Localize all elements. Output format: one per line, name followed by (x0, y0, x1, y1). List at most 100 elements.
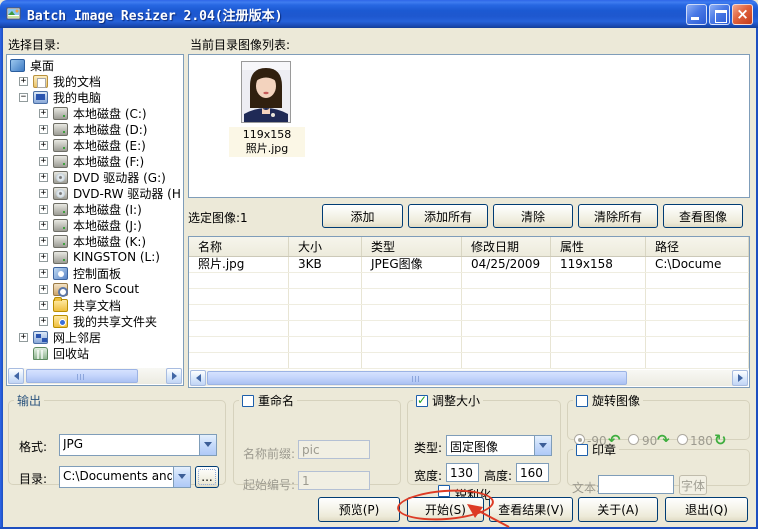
expand-toggle[interactable]: + (39, 269, 48, 278)
expand-toggle[interactable]: + (39, 285, 48, 294)
font-button[interactable]: 字体 (679, 475, 707, 495)
start-button[interactable]: 开始(S) (407, 497, 484, 522)
tree-item[interactable]: − 我的电脑 (8, 89, 182, 105)
table-hscrollbar[interactable] (190, 370, 748, 386)
start-number-field[interactable] (298, 471, 370, 490)
column-header[interactable]: 名称 (189, 237, 289, 256)
tree-hscrollbar[interactable] (8, 368, 182, 384)
tree-item-label[interactable]: 控制面板 (71, 265, 123, 282)
tree-item[interactable]: + DVD 驱动器 (G:) (8, 169, 182, 185)
tree-item-label[interactable]: 我的文档 (51, 73, 103, 90)
clear-all-button[interactable]: 清除所有 (578, 204, 658, 228)
prefix-field[interactable] (298, 440, 370, 459)
view-results-button[interactable]: 查看结果(V) (489, 497, 573, 522)
tree-item[interactable]: + KINGSTON (L:) (8, 249, 182, 265)
chevron-down-icon[interactable] (199, 435, 216, 455)
minimize-button[interactable] (686, 4, 707, 25)
format-combobox[interactable]: JPG (59, 434, 217, 456)
rotate-checkbox[interactable] (576, 395, 588, 407)
tree-item-label[interactable]: 我的电脑 (51, 89, 103, 106)
maximize-button[interactable] (709, 4, 730, 25)
tree-item[interactable]: + 本地磁盘 (K:) (8, 233, 182, 249)
expand-toggle[interactable]: + (39, 205, 48, 214)
table-hscrollbar-track[interactable] (206, 370, 732, 386)
table-hscrollbar-thumb[interactable] (207, 371, 627, 385)
tree-item[interactable]: + 本地磁盘 (J:) (8, 217, 182, 233)
tree-item[interactable]: + Nero Scout (8, 281, 182, 297)
tree-item-label[interactable]: DVD-RW 驱动器 (H:) (71, 185, 182, 202)
chevron-down-icon[interactable] (173, 467, 190, 487)
tree-item[interactable]: + 我的共享文件夹 (8, 313, 182, 329)
expand-toggle[interactable]: + (39, 125, 48, 134)
tree-item-label[interactable]: 本地磁盘 (F:) (71, 153, 146, 170)
column-header[interactable]: 属性 (551, 237, 646, 256)
tree-item-label[interactable]: 本地磁盘 (C:) (71, 105, 149, 122)
tree-item-label[interactable]: Nero Scout (71, 282, 141, 296)
tree-item[interactable]: + 本地磁盘 (E:) (8, 137, 182, 153)
expand-toggle[interactable]: + (39, 157, 48, 166)
expand-toggle[interactable]: + (39, 301, 48, 310)
expand-toggle[interactable]: + (39, 317, 48, 326)
stamp-checkbox[interactable] (576, 444, 588, 456)
clear-button[interactable]: 清除 (493, 204, 573, 228)
dir-combobox[interactable]: C:\Documents and S (59, 466, 191, 488)
title-bar[interactable]: Batch Image Resizer 2.04(注册版本) (0, 0, 758, 28)
tree-item-label[interactable]: 网上邻居 (51, 329, 103, 346)
tree-item[interactable]: + 我的文档 (8, 73, 182, 89)
rename-checkbox[interactable] (242, 395, 254, 407)
expand-toggle[interactable]: + (39, 253, 48, 262)
tree-item[interactable]: + 共享文档 (8, 297, 182, 313)
add-button[interactable]: 添加 (322, 204, 403, 228)
browse-button[interactable]: ... (195, 466, 219, 488)
expand-toggle[interactable]: + (39, 141, 48, 150)
tree-item[interactable]: 回收站 (8, 345, 182, 361)
chevron-down-icon[interactable] (534, 436, 551, 455)
tree-hscrollbar-track[interactable] (24, 368, 166, 384)
width-field[interactable] (446, 463, 479, 482)
table-row[interactable]: 照片.jpg3KBJPEG图像04/25/2009119x158C:\Docum… (189, 257, 749, 273)
expand-toggle[interactable]: + (39, 109, 48, 118)
expand-toggle[interactable]: + (39, 189, 48, 198)
column-header[interactable]: 修改日期 (462, 237, 551, 256)
tree-item-label[interactable]: 共享文档 (71, 297, 123, 314)
tree-item-label[interactable]: 桌面 (28, 57, 56, 74)
expand-toggle[interactable]: + (39, 221, 48, 230)
scroll-left-button[interactable] (8, 368, 24, 384)
tree-item-label[interactable]: 我的共享文件夹 (71, 313, 159, 330)
tree-item-label[interactable]: 回收站 (51, 345, 91, 362)
exit-button[interactable]: 退出(Q) (665, 497, 748, 522)
image-list-panel[interactable]: 119x158 照片.jpg (188, 54, 750, 198)
column-header[interactable]: 路径 (646, 237, 749, 256)
tree-item[interactable]: + 本地磁盘 (C:) (8, 105, 182, 121)
tree-item[interactable]: +本地磁盘 (I:) (8, 201, 182, 217)
tree-item-label[interactable]: DVD 驱动器 (G:) (71, 169, 168, 186)
add-all-button[interactable]: 添加所有 (408, 204, 488, 228)
resize-type-combobox[interactable]: 固定图像 (446, 435, 552, 456)
column-header[interactable]: 类型 (362, 237, 462, 256)
about-button[interactable]: 关于(A) (578, 497, 658, 522)
collapse-toggle[interactable]: − (19, 93, 28, 102)
stamp-text-field[interactable] (598, 475, 674, 494)
scroll-left-button[interactable] (190, 370, 206, 386)
tree-item[interactable]: 桌面 (8, 57, 182, 73)
tree-hscrollbar-thumb[interactable] (26, 369, 138, 383)
height-field[interactable] (516, 463, 549, 482)
expand-toggle[interactable]: + (39, 237, 48, 246)
tree-item-label[interactable]: 本地磁盘 (J:) (71, 217, 144, 234)
sharpen-checkbox[interactable] (438, 485, 450, 497)
tree-item[interactable]: + 控制面板 (8, 265, 182, 281)
tree-item-label[interactable]: 本地磁盘 (E:) (71, 137, 148, 154)
tree-item-label[interactable]: 本地磁盘 (D:) (71, 121, 149, 138)
tree-item-label[interactable]: KINGSTON (L:) (71, 250, 162, 264)
tree-item[interactable]: + DVD-RW 驱动器 (H:) (8, 185, 182, 201)
tree-item-label[interactable]: 本地磁盘 (K:) (71, 233, 148, 250)
expand-toggle[interactable]: + (19, 333, 28, 342)
preview-button[interactable]: 预览(P) (318, 497, 400, 522)
expand-toggle[interactable]: + (39, 173, 48, 182)
tree-item[interactable]: + 网上邻居 (8, 329, 182, 345)
scroll-right-button[interactable] (166, 368, 182, 384)
resize-checkbox[interactable] (416, 395, 428, 407)
expand-toggle[interactable]: + (19, 77, 28, 86)
close-button[interactable] (732, 4, 753, 25)
tree-item[interactable]: + 本地磁盘 (D:) (8, 121, 182, 137)
